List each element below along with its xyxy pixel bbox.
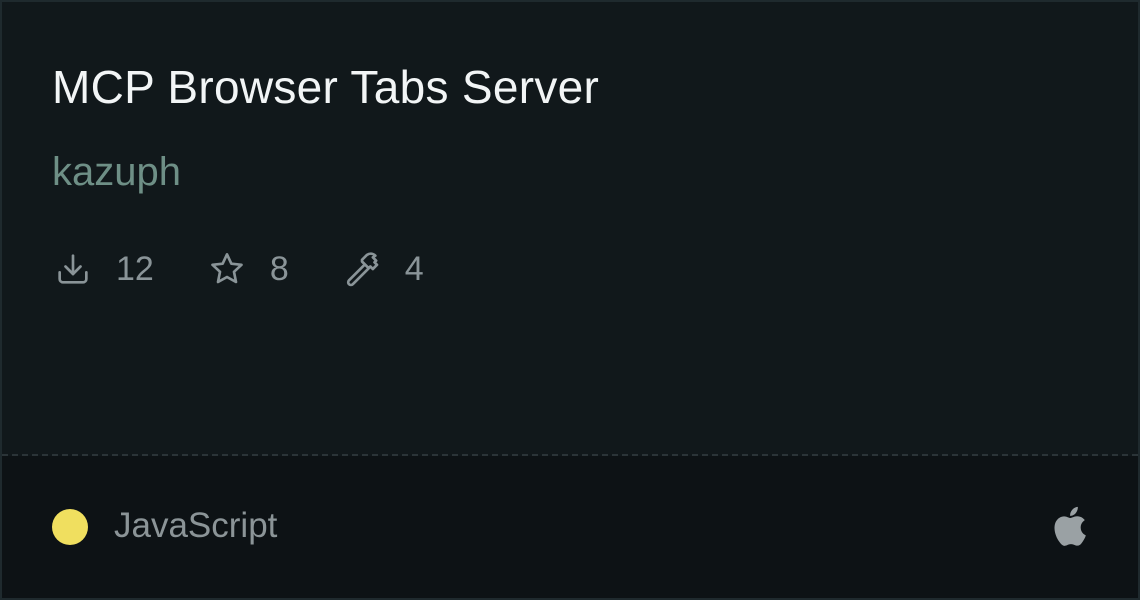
downloads-stat: 12	[52, 248, 154, 290]
author-name[interactable]: kazuph	[52, 150, 181, 195]
server-card[interactable]: MCP Browser Tabs Server kazuph 12 8 4 Ja…	[0, 0, 1140, 600]
stars-stat: 8	[206, 248, 289, 290]
star-icon	[206, 248, 248, 290]
downloads-count: 12	[116, 249, 154, 288]
apple-icon	[1048, 504, 1088, 548]
stats-row: 12 8 4	[52, 246, 476, 292]
tools-count: 4	[404, 249, 424, 288]
language-color-dot	[52, 509, 88, 545]
card-body: MCP Browser Tabs Server kazuph 12 8 4	[2, 2, 1138, 454]
download-icon	[52, 248, 94, 290]
hammer-icon	[341, 248, 383, 290]
stars-count: 8	[269, 249, 289, 288]
card-footer: JavaScript	[2, 456, 1138, 598]
tools-stat: 4	[341, 248, 424, 290]
card-title[interactable]: MCP Browser Tabs Server	[52, 60, 599, 114]
language-label: JavaScript	[114, 506, 278, 545]
